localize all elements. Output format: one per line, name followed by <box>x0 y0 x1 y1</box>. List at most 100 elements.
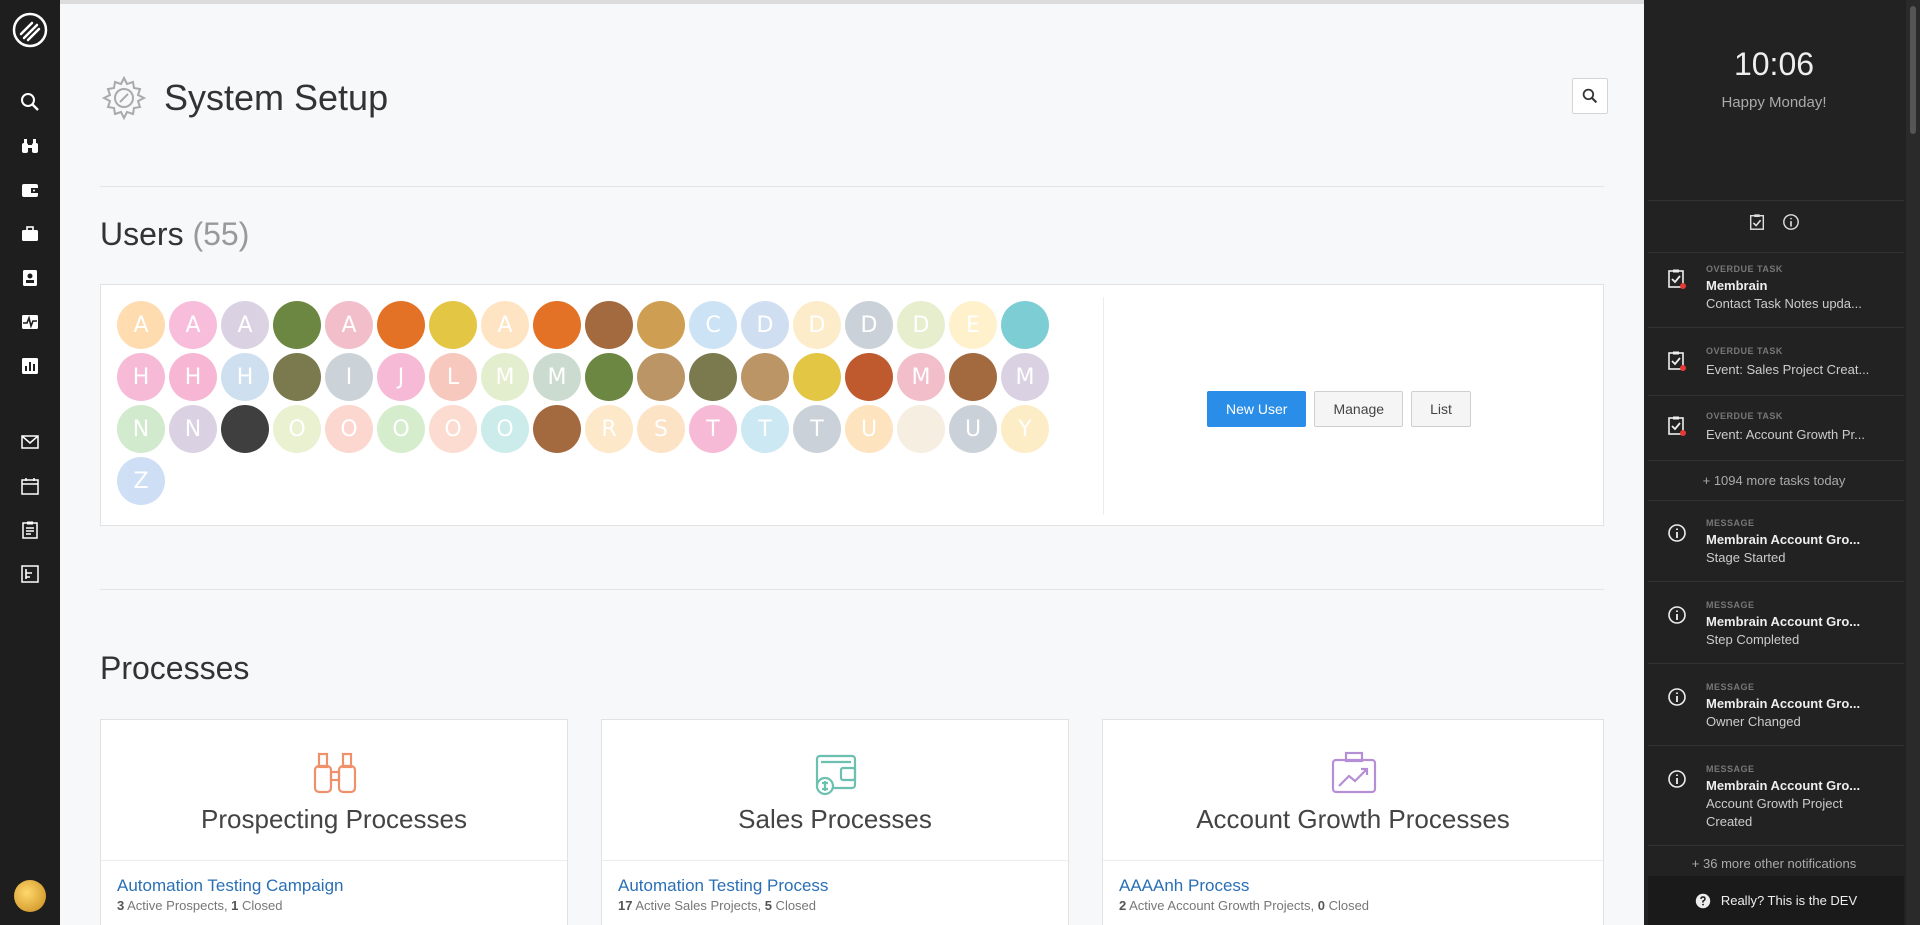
clipboard-icon[interactable] <box>18 518 42 542</box>
user-avatar[interactable]: O <box>377 405 425 453</box>
message-item[interactable]: MESSAGE Membrain Account Gro... Account … <box>1648 758 1904 846</box>
user-avatar[interactable]: L <box>429 353 477 401</box>
user-avatar[interactable]: M <box>897 353 945 401</box>
calendar-icon[interactable] <box>18 474 42 498</box>
tasks-tab-icon[interactable] <box>1747 212 1767 232</box>
user-avatar[interactable]: I <box>325 353 373 401</box>
more-notifications-link[interactable]: + 36 more other notifications <box>1644 856 1904 871</box>
chart-board-icon[interactable] <box>18 562 42 586</box>
user-avatar[interactable]: M <box>533 353 581 401</box>
help-icon <box>1695 893 1711 908</box>
user-avatar[interactable]: H <box>117 353 165 401</box>
user-avatar[interactable]: D <box>793 301 841 349</box>
user-avatar[interactable]: O <box>325 405 373 453</box>
user-avatar[interactable]: N <box>117 405 165 453</box>
user-avatar[interactable]: A <box>325 301 373 349</box>
user-avatar[interactable]: H <box>221 353 269 401</box>
divider <box>100 186 1604 187</box>
user-avatar[interactable] <box>1001 301 1049 349</box>
user-avatar[interactable]: A <box>221 301 269 349</box>
user-avatar[interactable] <box>585 301 633 349</box>
process-link[interactable]: Automation Testing Campaign <box>117 876 344 896</box>
user-avatar[interactable] <box>533 405 581 453</box>
user-avatar[interactable] <box>273 353 321 401</box>
user-avatar[interactable] <box>221 405 269 453</box>
user-avatar[interactable]: Z <box>117 457 165 505</box>
process-link[interactable]: AAAAnh Process <box>1119 876 1249 896</box>
user-avatar[interactable]: E <box>949 301 997 349</box>
user-avatar[interactable]: H <box>169 353 217 401</box>
manage-users-button[interactable]: Manage <box>1314 391 1404 427</box>
user-avatar[interactable]: A <box>169 301 217 349</box>
user-avatar[interactable]: J <box>377 353 425 401</box>
info-tab-icon[interactable] <box>1781 212 1801 232</box>
user-avatar[interactable] <box>429 301 477 349</box>
user-avatar[interactable] <box>585 353 633 401</box>
user-avatar[interactable] <box>741 353 789 401</box>
list-users-button[interactable]: List <box>1411 391 1471 427</box>
binoculars-icon[interactable] <box>18 134 42 158</box>
user-avatar[interactable]: T <box>741 405 789 453</box>
user-avatar[interactable] <box>377 301 425 349</box>
membrain-logo-icon[interactable] <box>12 12 48 48</box>
notification-item[interactable]: OVERDUE TASK Event: Account Growth Pr... <box>1648 405 1904 461</box>
new-user-button[interactable]: New User <box>1207 391 1307 427</box>
left-nav <box>0 0 60 925</box>
process-link[interactable]: Automation Testing Process <box>618 876 828 896</box>
notification-item[interactable]: OVERDUE TASK Membrain Contact Task Notes… <box>1648 258 1904 328</box>
notification-type: MESSAGE <box>1706 518 1755 528</box>
processes-heading: Processes <box>100 650 250 686</box>
panel-scrollbar[interactable] <box>1906 0 1920 925</box>
user-avatar[interactable] <box>845 353 893 401</box>
report-icon[interactable] <box>18 354 42 378</box>
user-avatar[interactable]: O <box>481 405 529 453</box>
user-avatar[interactable]: A <box>117 301 165 349</box>
mail-icon[interactable] <box>18 430 42 454</box>
activity-icon[interactable] <box>18 310 42 334</box>
user-avatar[interactable]: T <box>689 405 737 453</box>
user-avatar[interactable]: D <box>845 301 893 349</box>
dev-environment-banner[interactable]: Really? This is the DEV <box>1648 876 1904 925</box>
user-avatar[interactable] <box>533 301 581 349</box>
user-avatar[interactable]: M <box>1001 353 1049 401</box>
user-avatar[interactable]: O <box>273 405 321 453</box>
current-user-avatar[interactable] <box>14 880 46 912</box>
user-avatar[interactable] <box>689 353 737 401</box>
user-avatar[interactable] <box>949 353 997 401</box>
search-icon[interactable] <box>18 90 42 114</box>
message-item[interactable]: MESSAGE Membrain Account Gro... Step Com… <box>1648 594 1904 664</box>
user-avatar[interactable]: Y <box>1001 405 1049 453</box>
contact-card-icon[interactable] <box>18 266 42 290</box>
scrollbar-thumb[interactable] <box>1910 6 1916 134</box>
user-avatar[interactable]: U <box>845 405 893 453</box>
briefcase-icon[interactable] <box>18 222 42 246</box>
user-avatar[interactable]: A <box>481 301 529 349</box>
user-avatar[interactable] <box>897 405 945 453</box>
user-avatar[interactable]: C <box>689 301 737 349</box>
wallet-icon[interactable] <box>18 178 42 202</box>
user-avatar[interactable]: O <box>429 405 477 453</box>
user-avatar[interactable]: N <box>169 405 217 453</box>
user-avatar[interactable]: D <box>897 301 945 349</box>
user-avatar[interactable]: U <box>949 405 997 453</box>
user-avatar[interactable]: S <box>637 405 685 453</box>
user-avatar[interactable] <box>637 353 685 401</box>
divider <box>1648 252 1904 253</box>
user-avatar[interactable]: M <box>481 353 529 401</box>
more-tasks-link[interactable]: + 1094 more tasks today <box>1644 473 1904 488</box>
card-title: Account Growth Processes <box>1196 804 1510 834</box>
notification-text: Step Completed <box>1706 632 1800 647</box>
search-button[interactable] <box>1572 78 1608 114</box>
user-avatar[interactable] <box>637 301 685 349</box>
notification-text: Contact Task Notes upda... <box>1706 296 1862 311</box>
message-item[interactable]: MESSAGE Membrain Account Gro... Stage St… <box>1648 512 1904 582</box>
user-avatar[interactable] <box>273 301 321 349</box>
user-avatar[interactable]: T <box>793 405 841 453</box>
prospecting-processes-card: Prospecting Processes Automation Testing… <box>100 719 568 925</box>
user-avatar[interactable]: R <box>585 405 633 453</box>
user-avatar[interactable] <box>793 353 841 401</box>
user-avatar[interactable]: D <box>741 301 789 349</box>
message-item[interactable]: MESSAGE Membrain Account Gro... Owner Ch… <box>1648 676 1904 746</box>
notification-item[interactable]: OVERDUE TASK Event: Sales Project Creat.… <box>1648 340 1904 396</box>
notification-title: Membrain Account Gro... <box>1706 696 1861 711</box>
